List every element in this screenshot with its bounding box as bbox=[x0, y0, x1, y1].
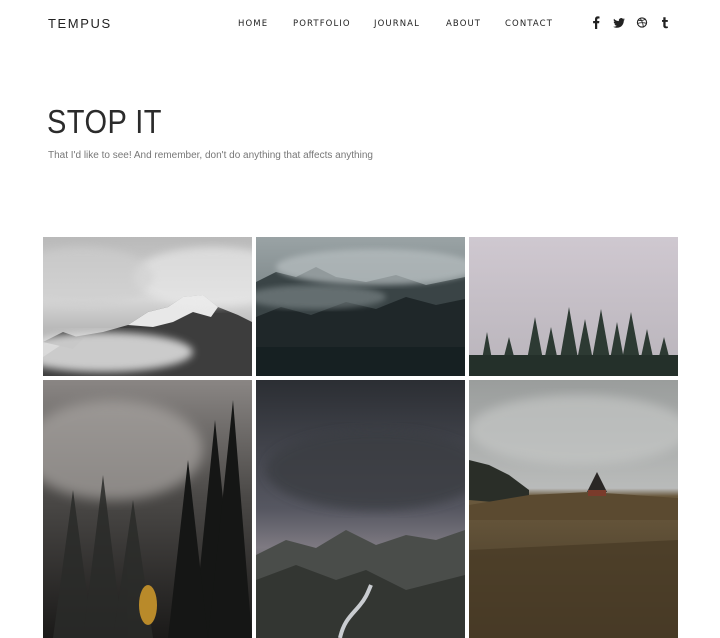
gallery-photo[interactable] bbox=[43, 380, 252, 638]
main-nav: HOME PORTFOLIO JOURNAL ABOUT CONTACT bbox=[0, 19, 720, 33]
valley-road-photo bbox=[256, 380, 465, 638]
nav-portfolio[interactable]: PORTFOLIO bbox=[293, 19, 351, 29]
page-title: STOP IT bbox=[47, 103, 162, 140]
field-hut-photo bbox=[469, 380, 678, 638]
page-subtitle: That I'd like to see! And remember, don'… bbox=[48, 150, 373, 161]
dark-forest-photo bbox=[43, 380, 252, 638]
tumblr-icon[interactable] bbox=[661, 16, 669, 30]
mountain-photo bbox=[43, 237, 252, 376]
forest-hill-photo bbox=[256, 237, 465, 376]
treeline-photo bbox=[469, 237, 678, 376]
twitter-icon[interactable] bbox=[613, 16, 625, 30]
gallery-photo[interactable] bbox=[469, 380, 678, 638]
nav-contact[interactable]: CONTACT bbox=[505, 19, 553, 29]
dribbble-icon[interactable] bbox=[636, 16, 648, 30]
gallery-photo[interactable] bbox=[469, 237, 678, 376]
nav-home[interactable]: HOME bbox=[238, 19, 268, 29]
gallery-photo[interactable] bbox=[43, 237, 252, 376]
gallery-photo[interactable] bbox=[256, 237, 465, 376]
facebook-icon[interactable] bbox=[592, 16, 600, 30]
nav-about[interactable]: ABOUT bbox=[446, 19, 481, 29]
nav-journal[interactable]: JOURNAL bbox=[374, 19, 420, 29]
gallery-photo[interactable] bbox=[256, 380, 465, 638]
